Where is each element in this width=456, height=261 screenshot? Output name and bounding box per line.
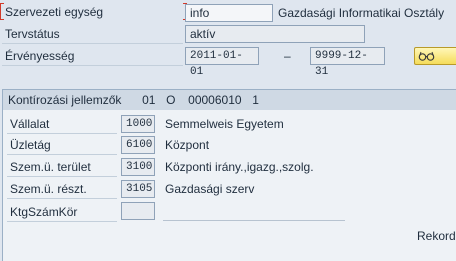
controlling-area-code-field[interactable]	[121, 202, 155, 220]
personnel-area-label: Szem.ü. terület	[7, 157, 117, 177]
validity-label: Érvényesség	[2, 46, 183, 66]
company-code-field[interactable]: 1000	[121, 115, 155, 133]
controlling-area-label: KtgSzámKör	[7, 202, 117, 222]
validity-from-field[interactable]: 2011-01-01	[185, 47, 259, 78]
business-area-code-field[interactable]: 6100	[121, 136, 155, 154]
controlling-area-text	[163, 202, 345, 221]
context-button[interactable]	[414, 47, 456, 65]
company-text: Semmelweis Egyetem	[165, 117, 284, 131]
section-header: Kontírozási jellemzők 01 O 00006010 1	[3, 90, 456, 110]
object-type: 01	[142, 93, 156, 107]
personnel-subarea-code-field[interactable]: 3105	[121, 180, 155, 198]
record-label: Rekord	[417, 229, 456, 243]
validity-separator: –	[284, 49, 291, 63]
personnel-area-code-field[interactable]: 3100	[121, 158, 155, 176]
object-id: 00006010	[188, 93, 242, 107]
personnel-area-text: Központi irány.,igazg.,szolg.	[165, 160, 314, 174]
personnel-subarea-label: Szem.ü. részt.	[7, 179, 117, 199]
business-area-label: Üzletág	[7, 135, 117, 155]
status-field[interactable]: aktív	[185, 25, 365, 43]
personnel-subarea-text: Gazdasági szerv	[165, 182, 255, 196]
object-seq: 1	[252, 93, 259, 107]
glasses-icon	[418, 51, 435, 61]
org-unit-field[interactable]: info	[185, 4, 273, 22]
object-code: O	[166, 93, 176, 107]
business-area-text: Központ	[165, 138, 210, 152]
company-label: Vállalat	[7, 114, 117, 134]
section-title: Kontírozási jellemzők	[8, 93, 122, 107]
validity-to-field[interactable]: 9999-12-31	[310, 47, 385, 78]
status-label: Tervstátus	[2, 24, 183, 44]
org-unit-name: Gazdasági Informatikai Osztály	[278, 6, 445, 20]
org-unit-label: Szervezeti egység	[5, 5, 104, 19]
